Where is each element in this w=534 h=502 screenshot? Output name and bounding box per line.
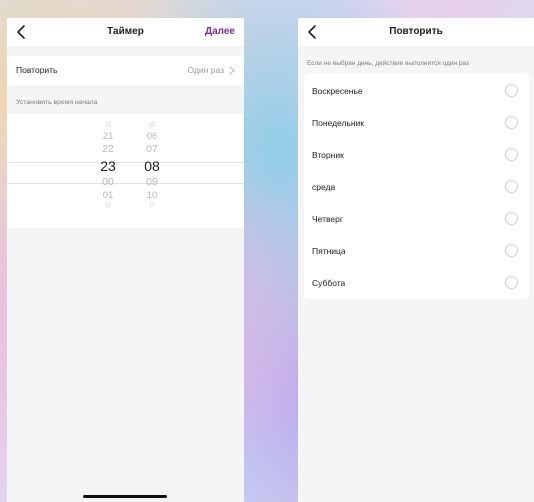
- minute-option[interactable]: 07: [137, 143, 167, 156]
- day-label: Понедельник: [312, 118, 365, 128]
- radio-unchecked-icon[interactable]: [505, 148, 518, 161]
- hour-option[interactable]: 20: [93, 122, 123, 130]
- timer-screen: Таймер Далее Повторить Один раз Установи…: [7, 18, 244, 502]
- day-item-friday[interactable]: Пятница: [304, 235, 529, 267]
- timer-navbar: Таймер Далее: [7, 18, 244, 46]
- hour-option[interactable]: 22: [93, 143, 123, 156]
- minute-option[interactable]: 09: [137, 176, 167, 189]
- repeat-value: Один раз: [187, 65, 224, 75]
- radio-unchecked-icon[interactable]: [505, 244, 518, 257]
- days-list: Воскресенье Понедельник Вторник среда Че…: [304, 73, 529, 299]
- picker-selection-band: [7, 162, 244, 184]
- radio-unchecked-icon[interactable]: [505, 212, 518, 225]
- minute-option[interactable]: 10: [137, 189, 167, 202]
- day-item-thursday[interactable]: Четверг: [304, 203, 529, 235]
- day-label: Суббота: [312, 278, 346, 288]
- minute-option[interactable]: 05: [137, 122, 167, 130]
- radio-unchecked-icon[interactable]: [505, 276, 518, 289]
- hour-option[interactable]: 02: [93, 202, 123, 210]
- next-button[interactable]: Далее: [205, 26, 235, 37]
- hour-option[interactable]: 21: [93, 130, 123, 143]
- repeat-row[interactable]: Повторить Один раз: [7, 56, 244, 85]
- minute-selected[interactable]: 08: [137, 156, 167, 176]
- repeat-label: Повторить: [16, 65, 58, 75]
- day-label: Четверг: [312, 214, 343, 224]
- radio-unchecked-icon[interactable]: [505, 116, 518, 129]
- day-item-wednesday[interactable]: среда: [304, 171, 529, 203]
- repeat-note: Если не выбран день, действие выполнится…: [307, 60, 470, 67]
- day-label: среда: [312, 182, 336, 192]
- minute-wheel[interactable]: 05 06 07 08 09 10 11: [137, 122, 167, 210]
- day-item-tuesday[interactable]: Вторник: [304, 139, 529, 171]
- day-item-saturday[interactable]: Суббота: [304, 267, 529, 299]
- start-time-caption: Установить время начала: [16, 99, 98, 106]
- hour-selected[interactable]: 23: [93, 156, 123, 176]
- day-item-sunday[interactable]: Воскресенье: [304, 75, 529, 107]
- home-indicator[interactable]: [83, 495, 167, 498]
- hour-option[interactable]: 01: [93, 189, 123, 202]
- repeat-navbar: Повторить: [298, 18, 534, 46]
- hour-wheel[interactable]: 20 21 22 23 00 01 02: [93, 122, 123, 210]
- day-label: Вторник: [312, 150, 344, 160]
- repeat-screen: Повторить Если не выбран день, действие …: [298, 18, 534, 502]
- chevron-right-icon: [229, 66, 235, 75]
- time-picker[interactable]: 20 21 22 23 00 01 02 05 06 07 08 09 10 1…: [7, 114, 244, 228]
- day-item-monday[interactable]: Понедельник: [304, 107, 529, 139]
- radio-unchecked-icon[interactable]: [505, 84, 518, 97]
- hour-option[interactable]: 00: [93, 176, 123, 189]
- minute-option[interactable]: 11: [137, 202, 167, 210]
- minute-option[interactable]: 06: [137, 130, 167, 143]
- radio-unchecked-icon[interactable]: [505, 180, 518, 193]
- day-label: Пятница: [312, 246, 346, 256]
- page-title: Повторить: [389, 26, 443, 37]
- day-label: Воскресенье: [312, 86, 363, 96]
